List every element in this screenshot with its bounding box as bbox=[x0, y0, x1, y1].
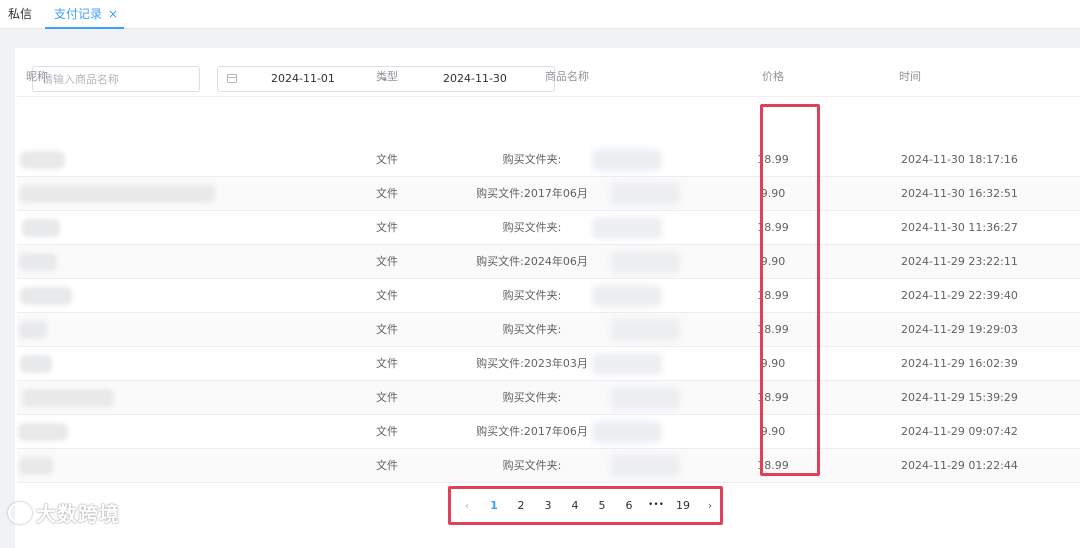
cell-type: 文件 bbox=[376, 187, 398, 200]
nickname-redacted bbox=[19, 457, 53, 475]
table-row: 文件 购买文件:2017年06月 9.90 2024-11-29 09:07:42 bbox=[17, 415, 1080, 449]
header-time: 时间 bbox=[899, 70, 921, 83]
cell-time: 2024-11-29 23:22:11 bbox=[901, 255, 1018, 268]
product-name-text: 购买文件:2023年03月 bbox=[476, 357, 588, 370]
table-row: 文件 购买文件:2017年06月 9.90 2024-11-30 16:32:51 bbox=[17, 177, 1080, 211]
product-name-text: 购买文件:2017年06月 bbox=[476, 187, 588, 200]
cell-type: 文件 bbox=[376, 357, 398, 370]
nickname-redacted bbox=[20, 287, 72, 305]
product-name-text: 购买文件夹: bbox=[502, 289, 562, 302]
page-2[interactable]: 2 bbox=[511, 489, 531, 522]
product-name-text: 购买文件夹: bbox=[502, 221, 562, 234]
cell-time: 2024-11-29 19:29:03 bbox=[901, 323, 1018, 336]
table-row: 文件 购买文件夹: 18.99 2024-11-29 15:39:29 bbox=[17, 381, 1080, 415]
tab-private-message[interactable]: 私信 bbox=[8, 0, 32, 28]
more-pages-ellipsis[interactable]: ••• bbox=[646, 489, 666, 522]
header-type: 类型 bbox=[376, 70, 398, 83]
product-name-text: 购买文件夹: bbox=[502, 391, 562, 404]
watermark-text: 大数跨境 bbox=[36, 502, 120, 526]
close-icon[interactable]: × bbox=[108, 7, 118, 21]
cell-type: 文件 bbox=[376, 391, 398, 404]
nickname-redacted bbox=[22, 219, 60, 237]
cell-type: 文件 bbox=[376, 289, 398, 302]
product-name-redacted bbox=[610, 387, 680, 409]
header-price: 价格 bbox=[762, 70, 784, 83]
table-row: 文件 购买文件夹: 18.99 2024-11-30 18:17:16 bbox=[17, 143, 1080, 177]
prev-page-icon[interactable]: ‹ bbox=[457, 489, 477, 522]
watermark: 大数跨境 bbox=[8, 498, 120, 527]
product-name-redacted bbox=[592, 421, 662, 443]
table-header: 昵称 类型 商品名称 价格 时间 bbox=[17, 57, 1080, 97]
cell-time: 2024-11-30 16:32:51 bbox=[901, 187, 1018, 200]
cell-type: 文件 bbox=[376, 153, 398, 166]
product-name-redacted bbox=[610, 251, 680, 273]
product-name-text: 购买文件夹: bbox=[502, 323, 562, 336]
nickname-redacted bbox=[20, 151, 65, 169]
page-6[interactable]: 6 bbox=[619, 489, 639, 522]
product-name-redacted bbox=[610, 319, 680, 341]
pagination: ‹ 1 2 3 4 5 6 ••• 19 › bbox=[448, 486, 723, 525]
product-name-redacted bbox=[592, 217, 662, 239]
page-4[interactable]: 4 bbox=[565, 489, 585, 522]
cell-type: 文件 bbox=[376, 255, 398, 268]
product-name-redacted bbox=[592, 149, 662, 171]
product-name-redacted bbox=[610, 455, 680, 477]
price-column-highlight-box bbox=[760, 104, 820, 476]
cell-time: 2024-11-30 11:36:27 bbox=[901, 221, 1018, 234]
page-1[interactable]: 1 bbox=[484, 489, 504, 522]
product-name-text: 购买文件:2017年06月 bbox=[476, 425, 588, 438]
cell-type: 文件 bbox=[376, 323, 398, 336]
cell-type: 文件 bbox=[376, 459, 398, 472]
nickname-redacted bbox=[18, 423, 68, 441]
table-row: 文件 购买文件夹: 18.99 2024-11-29 22:39:40 bbox=[17, 279, 1080, 313]
product-name-redacted bbox=[592, 353, 662, 375]
tab-payment-records[interactable]: 支付记录 × bbox=[45, 0, 124, 29]
header-nickname: 昵称 bbox=[26, 70, 48, 83]
cell-time: 2024-11-30 18:17:16 bbox=[901, 153, 1018, 166]
cell-time: 2024-11-29 15:39:29 bbox=[901, 391, 1018, 404]
table-row: 文件 购买文件:2024年06月 9.90 2024-11-29 23:22:11 bbox=[17, 245, 1080, 279]
product-name-text: 购买文件:2024年06月 bbox=[476, 255, 588, 268]
page-5[interactable]: 5 bbox=[592, 489, 612, 522]
nickname-redacted bbox=[19, 253, 57, 271]
cell-type: 文件 bbox=[376, 221, 398, 234]
cell-type: 文件 bbox=[376, 425, 398, 438]
product-name-text: 购买文件夹: bbox=[502, 153, 562, 166]
table-row: 文件 购买文件夹: 18.99 2024-11-30 11:36:27 bbox=[17, 211, 1080, 245]
nickname-redacted bbox=[20, 185, 215, 203]
page-3[interactable]: 3 bbox=[538, 489, 558, 522]
table-row: 文件 购买文件:2023年03月 9.90 2024-11-29 16:02:39 bbox=[17, 347, 1080, 381]
next-page-icon[interactable]: › bbox=[700, 489, 720, 522]
cell-time: 2024-11-29 16:02:39 bbox=[901, 357, 1018, 370]
cell-time: 2024-11-29 09:07:42 bbox=[901, 425, 1018, 438]
nickname-redacted bbox=[19, 321, 47, 339]
cell-time: 2024-11-29 22:39:40 bbox=[901, 289, 1018, 302]
table-row: 文件 购买文件夹: 18.99 2024-11-29 19:29:03 bbox=[17, 313, 1080, 347]
product-name-text: 购买文件夹: bbox=[502, 459, 562, 472]
nickname-redacted bbox=[22, 389, 114, 407]
page-19[interactable]: 19 bbox=[673, 489, 693, 522]
cell-time: 2024-11-29 01:22:44 bbox=[901, 459, 1018, 472]
tab-bar: 私信 支付记录 × bbox=[0, 0, 1080, 29]
watermark-logo-icon bbox=[8, 502, 32, 524]
table-row: 文件 购买文件夹: 18.99 2024-11-29 01:22:44 bbox=[17, 449, 1080, 483]
nickname-redacted bbox=[20, 355, 52, 373]
product-name-redacted bbox=[592, 285, 662, 307]
product-name-redacted bbox=[610, 183, 680, 205]
tab-payment-records-label: 支付记录 bbox=[54, 7, 103, 21]
header-product-name: 商品名称 bbox=[545, 70, 589, 83]
